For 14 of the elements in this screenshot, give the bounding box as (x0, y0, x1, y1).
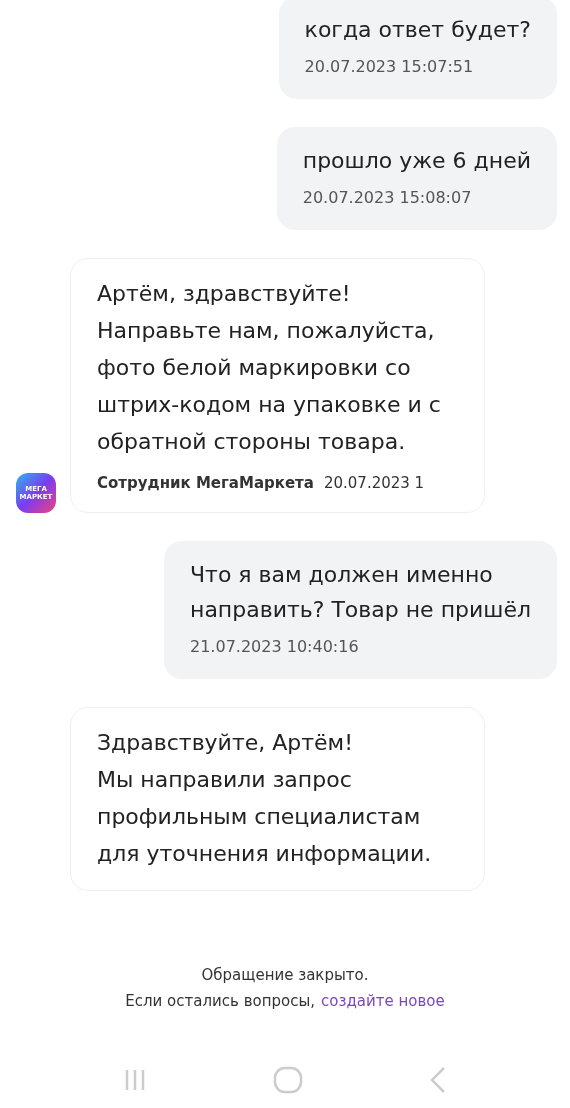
message-time: 20.07.2023 15:08:07 (302, 187, 473, 209)
message-text: когда ответ будет? (304, 16, 531, 44)
message-text: Артём, здравствуйте! Направьте нам, пожалуйста, фото белой маркировки со штрих-кодом на упаковке и с обратной стороны товара. (97, 280, 442, 456)
message-time: 20.07.2023 15:07:51 (304, 56, 475, 78)
message-text: прошло уже 6 дней (302, 147, 531, 175)
home-icon[interactable] (273, 1066, 303, 1094)
notice-text: Если остались вопросы, (125, 991, 316, 1012)
message-author: Сотрудник МегаМаркета (97, 473, 314, 494)
closed-notice: Обращение закрыто. (201, 965, 369, 986)
create-new-link[interactable]: создайте новое (321, 988, 445, 1014)
message-time: 20.07.2023 1 (323, 473, 425, 494)
message-text: Что я вам должен именно направить? Товар не пришёл (190, 561, 531, 624)
message-text: Здравствуйте, Артём! Мы направили запрос профильным специалистам для уточнения информации. (97, 729, 433, 868)
message-time: 21.07.2023 10:40:16 (190, 636, 360, 658)
